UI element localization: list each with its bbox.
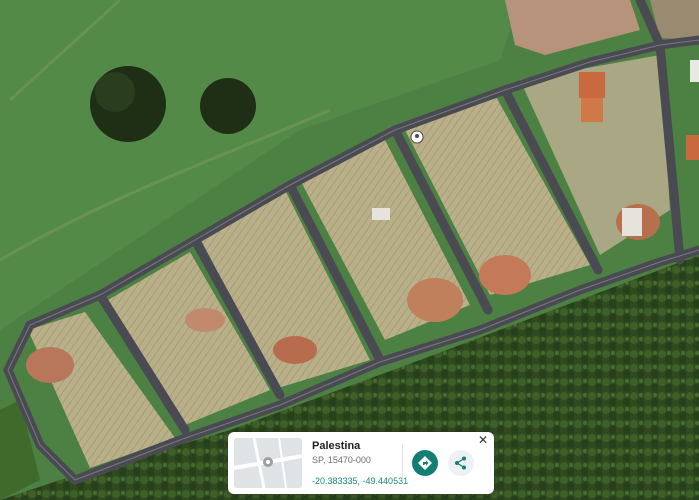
house-roof (581, 98, 603, 122)
share-icon (455, 456, 466, 470)
tree (200, 78, 256, 134)
tree (95, 72, 135, 112)
soil-patch (185, 308, 225, 332)
soil-patch (407, 278, 463, 322)
soil-patch (26, 347, 74, 383)
divider (402, 444, 403, 482)
directions-button[interactable] (412, 450, 438, 476)
location-pin-icon[interactable] (410, 130, 424, 144)
house (622, 208, 642, 236)
satellite-map[interactable] (0, 0, 699, 500)
soil-patch (273, 336, 317, 364)
share-button[interactable] (448, 450, 474, 476)
map-thumbnail[interactable] (234, 438, 302, 488)
place-coordinates[interactable]: -20.383335, -49.440531 (312, 476, 408, 486)
place-name: Palestina (312, 440, 361, 452)
close-icon[interactable]: ✕ (476, 433, 490, 447)
house (372, 208, 390, 220)
directions-icon (418, 456, 432, 470)
house-roof (686, 135, 699, 160)
place-address: SP, 15470-000 (312, 455, 371, 465)
soil-patch (479, 255, 531, 295)
house-roof (690, 60, 699, 82)
place-card[interactable]: Palestina SP, 15470-000 -20.383335, -49.… (228, 432, 494, 494)
house-roof (579, 72, 605, 98)
